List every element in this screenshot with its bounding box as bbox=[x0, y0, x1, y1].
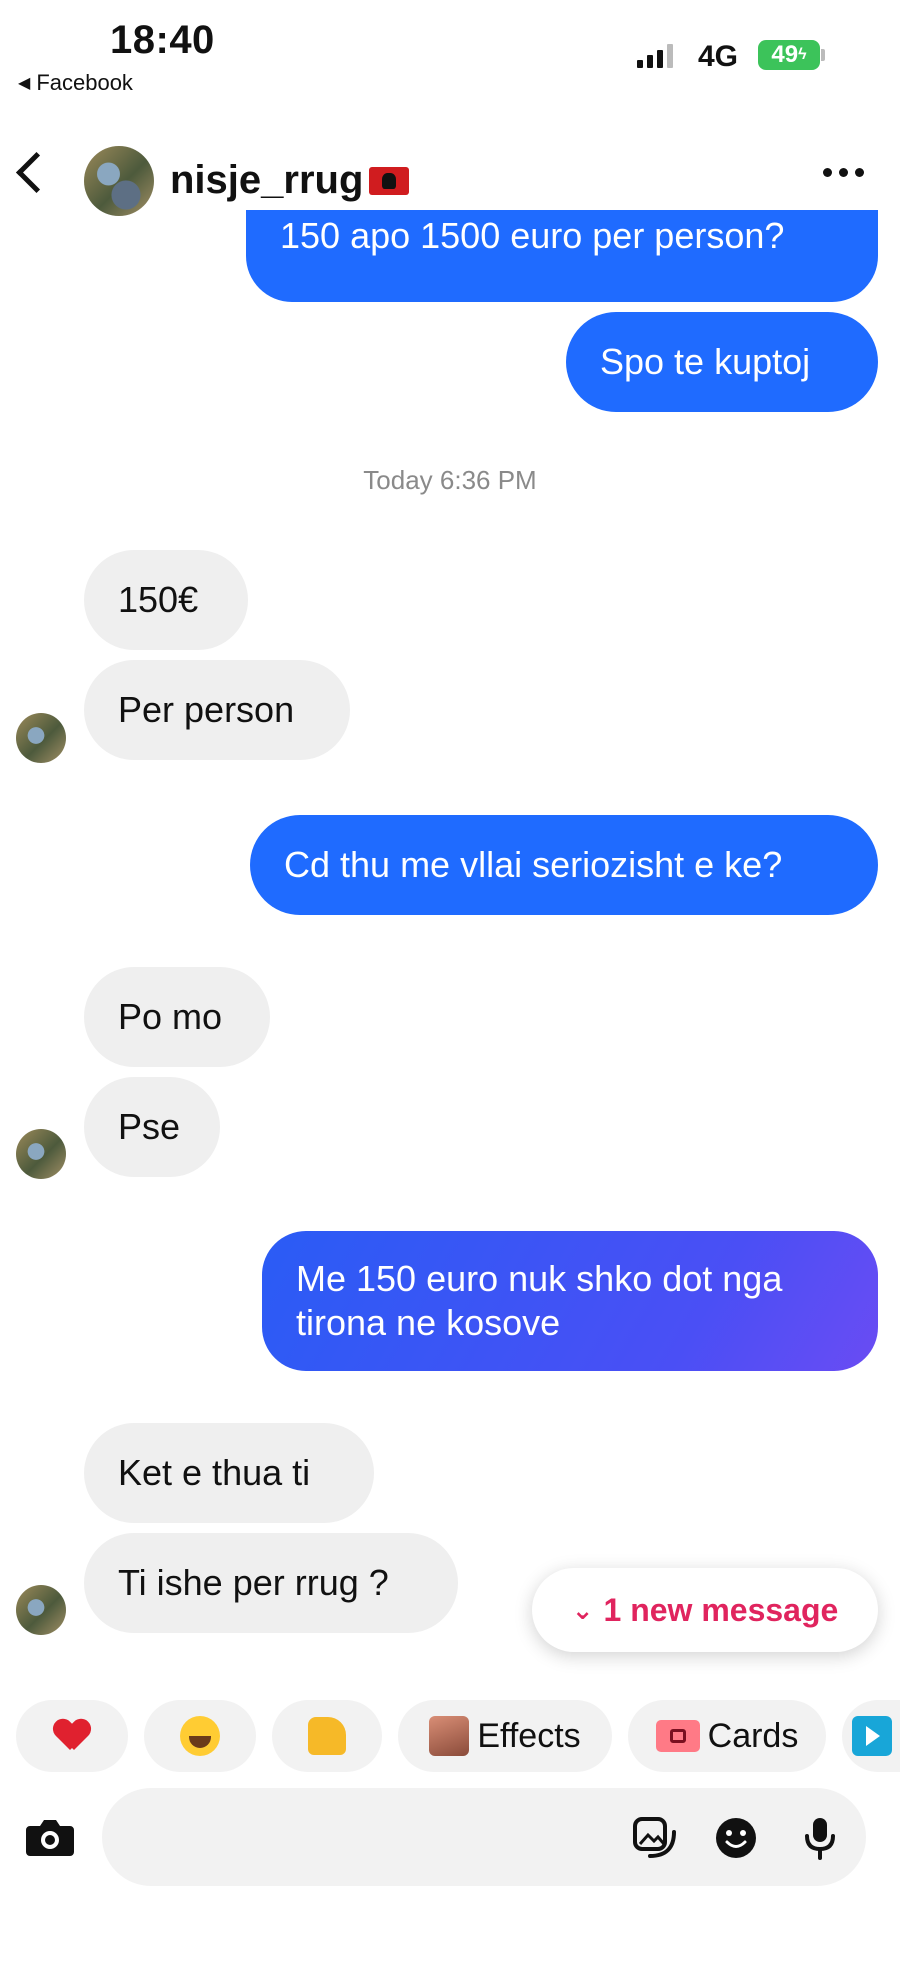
message-text: Per person bbox=[118, 689, 295, 730]
message-bubble-incoming[interactable]: 150€ bbox=[84, 550, 248, 650]
heart-reaction-button[interactable] bbox=[16, 1700, 128, 1772]
signal-icon bbox=[637, 44, 673, 68]
play-icon bbox=[852, 1716, 892, 1756]
battery-cap bbox=[821, 49, 825, 61]
message-bubble-outgoing[interactable]: Cd thu me vllai seriozisht e ke? bbox=[250, 815, 878, 915]
message-bubble-incoming[interactable]: Pse bbox=[84, 1077, 220, 1177]
message-text: Cd thu me vllai seriozisht e ke? bbox=[284, 844, 783, 885]
effects-button[interactable]: Effects bbox=[398, 1700, 612, 1772]
back-app-label: Facebook bbox=[36, 70, 133, 95]
gallery-icon[interactable] bbox=[632, 1816, 676, 1860]
message-text: Po mo bbox=[118, 996, 223, 1037]
microphone-icon[interactable] bbox=[798, 1816, 842, 1860]
cards-icon bbox=[655, 1720, 700, 1752]
network-type: 4G bbox=[698, 40, 739, 73]
thumbs-up-icon bbox=[308, 1717, 346, 1755]
message-text: Spo te kuptoj bbox=[600, 341, 811, 382]
albania-flag-icon bbox=[369, 166, 410, 195]
message-bubble-incoming[interactable]: Ti ishe per rrug ? bbox=[84, 1533, 458, 1633]
message-text: Me 150 euro nuk shko dot nga tirona ne k… bbox=[296, 1258, 783, 1343]
contact-name-label: nisje_rrug bbox=[170, 158, 364, 202]
back-chevron-icon[interactable] bbox=[15, 151, 58, 194]
laugh-reaction-button[interactable] bbox=[144, 1700, 256, 1772]
cards-button[interactable]: Cards bbox=[628, 1700, 826, 1772]
contact-avatar[interactable] bbox=[84, 146, 154, 216]
sticker-icon[interactable] bbox=[714, 1816, 758, 1860]
new-message-button[interactable]: ⌄ 1 new message bbox=[532, 1568, 878, 1652]
message-text: Ket e thua ti bbox=[118, 1452, 311, 1493]
message-text: 150 apo 1500 euro per person? bbox=[280, 215, 785, 256]
thumbs-up-reaction-button[interactable] bbox=[272, 1700, 382, 1772]
battery-level: 49 bbox=[771, 41, 799, 68]
message-text: Ti ishe per rrug ? bbox=[118, 1562, 389, 1603]
back-to-app-link[interactable]: ◀ Facebook bbox=[18, 70, 133, 96]
heart-icon bbox=[54, 1720, 90, 1752]
laughing-emoji-icon bbox=[180, 1716, 220, 1756]
contact-name[interactable]: nisje_rrug bbox=[170, 158, 410, 203]
message-text: Pse bbox=[118, 1106, 181, 1147]
sender-avatar[interactable] bbox=[16, 713, 66, 763]
more-effects-button[interactable] bbox=[842, 1700, 900, 1772]
double-chevron-down-icon: ⌄ bbox=[571, 1595, 594, 1625]
camera-icon[interactable] bbox=[24, 1816, 76, 1858]
effects-icon bbox=[429, 1716, 470, 1756]
message-bubble-incoming[interactable]: Ket e thua ti bbox=[84, 1423, 374, 1523]
new-message-label: 1 new message bbox=[603, 1591, 839, 1628]
message-bubble-incoming[interactable]: Po mo bbox=[84, 967, 270, 1067]
battery-icon: 49 ϟ bbox=[758, 40, 820, 70]
more-options-icon[interactable] bbox=[823, 168, 864, 177]
back-triangle-icon: ◀ bbox=[18, 75, 31, 92]
message-timestamp: Today 6:36 PM bbox=[363, 465, 537, 495]
message-text: 150€ bbox=[118, 579, 199, 620]
status-time: 18:40 bbox=[110, 18, 215, 62]
sender-avatar[interactable] bbox=[16, 1129, 66, 1179]
message-bubble-outgoing[interactable]: 150 apo 1500 euro per person? bbox=[246, 210, 878, 302]
message-bubble-incoming[interactable]: Per person bbox=[84, 660, 350, 760]
cards-label: Cards bbox=[707, 1716, 799, 1755]
message-bubble-outgoing[interactable]: Me 150 euro nuk shko dot nga tirona ne k… bbox=[262, 1231, 878, 1371]
message-bubble-outgoing[interactable]: Spo te kuptoj bbox=[566, 312, 878, 412]
sender-avatar[interactable] bbox=[16, 1585, 66, 1635]
effects-label: Effects bbox=[477, 1716, 581, 1755]
